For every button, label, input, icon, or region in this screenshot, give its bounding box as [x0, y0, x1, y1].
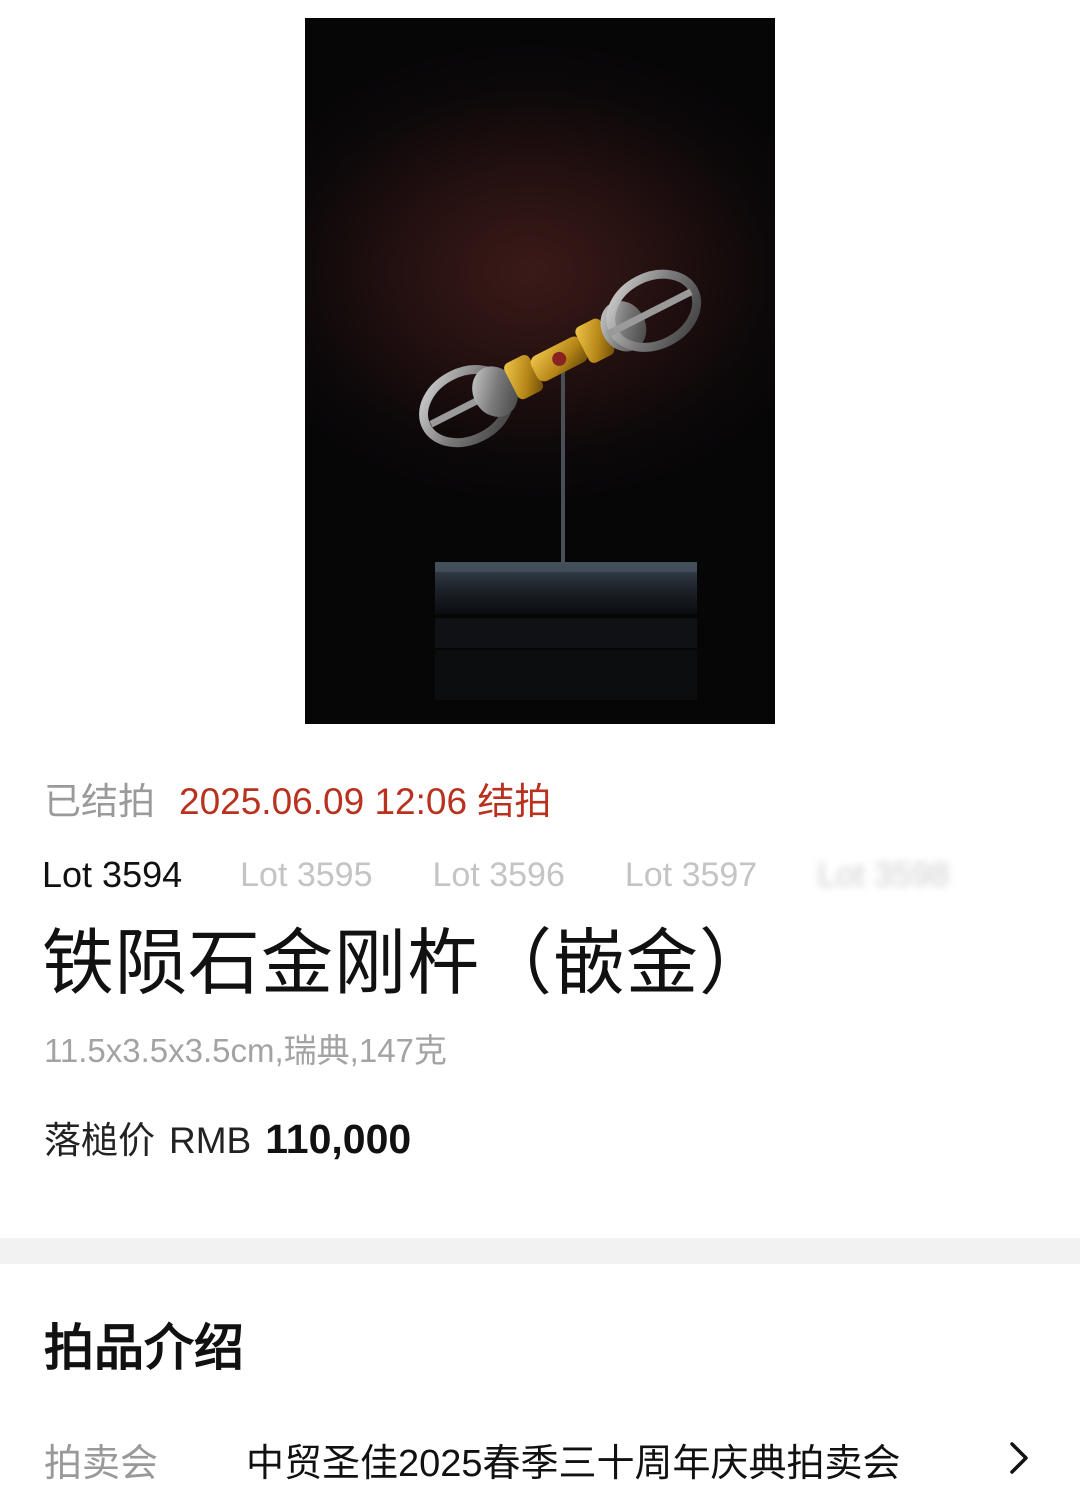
section-title-intro: 拍品介绍 [44, 1320, 244, 1376]
tabs-fade-overlay [978, 852, 1038, 898]
hammer-price: 落槌价 RMB 110,000 [44, 1110, 411, 1164]
section-divider [0, 1238, 1080, 1264]
lot-title: 铁陨石金刚杵（嵌金） [42, 924, 773, 1004]
auction-info-row[interactable]: 拍卖会 中贸圣佳2025春季三十周年庆典拍卖会 [0, 1424, 1080, 1494]
lot-tab[interactable]: Lot 3598 [817, 856, 949, 895]
auction-label: 拍卖会 [44, 1442, 159, 1485]
lot-spec: 11.5x3.5x3.5cm,瑞典,147克 [44, 1032, 447, 1069]
lot-tab[interactable]: Lot 3596 [433, 856, 565, 895]
lot-tab[interactable]: Lot 3595 [240, 856, 372, 895]
vajra-photo [419, 269, 702, 700]
auction-status: 已结拍 2025.06.09 12:06 结拍 [44, 774, 551, 822]
auction-name[interactable]: 中贸圣佳2025春季三十周年庆典拍卖会 [246, 1432, 901, 1487]
status-end-time: 2025.06.09 12:06 结拍 [179, 781, 552, 822]
price-currency: RMB [169, 1120, 252, 1161]
lot-tab[interactable]: Lot 3597 [625, 856, 757, 895]
chevron-right-icon[interactable] [1004, 1440, 1034, 1476]
status-label: 已结拍 [44, 781, 155, 822]
lot-tab-active[interactable]: Lot 3594 [42, 854, 182, 896]
lot-image[interactable] [305, 18, 775, 724]
price-label: 落槌价 [44, 1120, 155, 1161]
price-amount: 110,000 [265, 1116, 412, 1162]
lot-tabs: Lot 3594 Lot 3595 Lot 3596 Lot 3597 Lot … [42, 852, 1038, 898]
lot-detail-page: 已结拍 2025.06.09 12:06 结拍 Lot 3594 Lot 359… [0, 0, 1080, 1512]
